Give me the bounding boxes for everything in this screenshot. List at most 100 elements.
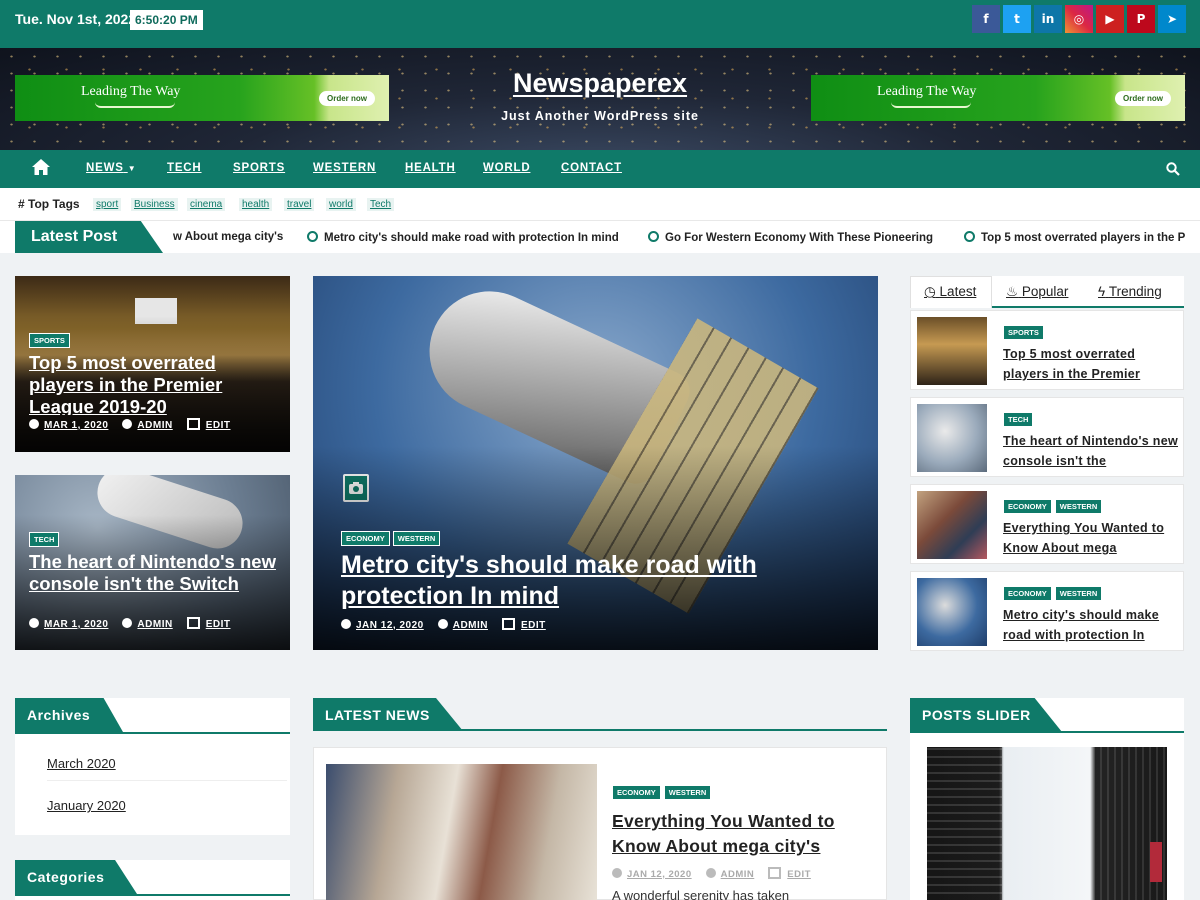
twitter-icon[interactable]: t <box>1003 5 1031 33</box>
home-icon[interactable] <box>32 159 50 175</box>
edit-link[interactable]: EDIT <box>206 619 231 630</box>
author-link[interactable]: ADMIN <box>137 619 172 630</box>
nav-item-health[interactable]: HEALTH <box>405 162 456 174</box>
date-text[interactable]: MAR 1, 2020 <box>44 420 108 431</box>
post-categories: ECONOMY WESTERN <box>341 528 850 546</box>
post-title[interactable]: Top 5 most overrated players in the Prem… <box>29 352 276 415</box>
nav-item-contact[interactable]: CONTACT <box>561 162 622 174</box>
author-link[interactable]: ADMIN <box>453 620 488 631</box>
archive-link[interactable]: March 2020 <box>47 756 116 771</box>
featured-post-card[interactable]: SPORTS Top 5 most overrated players in t… <box>15 276 290 452</box>
author-link[interactable]: ADMIN <box>137 420 172 431</box>
tag-link[interactable]: travel <box>284 198 315 211</box>
date-text[interactable]: MAR 1, 2020 <box>44 619 108 630</box>
facebook-icon[interactable]: f <box>972 5 1000 33</box>
user-icon <box>122 418 133 429</box>
date-text[interactable]: JAN 12, 2020 <box>627 869 692 880</box>
circle-arrow-icon <box>964 231 975 242</box>
tag-link[interactable]: health <box>239 198 273 211</box>
archive-link[interactable]: January 2020 <box>47 798 126 813</box>
post-image[interactable] <box>326 764 597 900</box>
tag-link[interactable]: Tech <box>367 198 395 211</box>
post-title[interactable]: Metro city's should make road with prote… <box>341 550 850 612</box>
edit-link[interactable]: EDIT <box>206 420 231 431</box>
nav-item-news[interactable]: NEWS ▼ <box>86 162 136 174</box>
clock-icon: ◷ <box>924 284 936 299</box>
ticker-item[interactable]: w About mega city's <box>173 231 283 243</box>
ad-swoosh <box>891 102 971 108</box>
post-thumbnail[interactable] <box>917 578 987 646</box>
telegram-icon[interactable]: ➤ <box>1158 5 1186 33</box>
nav-item-western[interactable]: WESTERN <box>313 162 376 174</box>
nav-item-sports[interactable]: SPORTS <box>233 162 285 174</box>
category-badge[interactable]: ECONOMY <box>1003 586 1052 601</box>
author-link[interactable]: ADMIN <box>721 869 755 880</box>
tab-post-item[interactable]: TECH The heart of Nintendo's new console… <box>910 397 1184 477</box>
archives-title: Archives <box>15 698 123 732</box>
post-thumbnail[interactable] <box>917 404 987 472</box>
post-date: JAN 12, 2020 <box>612 867 692 880</box>
post-title[interactable]: Everything You Wanted to Know About mega <box>1003 518 1178 558</box>
category-badge[interactable]: TECH <box>29 532 60 547</box>
post-thumbnail[interactable] <box>917 317 987 385</box>
post-thumbnail[interactable] <box>917 491 987 559</box>
category-badge[interactable]: WESTERN <box>1054 586 1103 601</box>
red-sign <box>1150 842 1162 882</box>
category-badge[interactable]: TECH <box>1003 412 1034 427</box>
date-text[interactable]: JAN 12, 2020 <box>356 620 424 631</box>
category-badge[interactable]: WESTERN <box>663 785 712 800</box>
category-badge[interactable]: SPORTS <box>1003 325 1044 340</box>
category-badge[interactable]: ECONOMY <box>341 531 390 546</box>
banner-ad-right[interactable]: Leading The Way Order now <box>811 75 1185 121</box>
search-icon[interactable] <box>1166 162 1180 176</box>
tab-popular[interactable]: ♨ Popular <box>1006 284 1068 300</box>
ticker-item[interactable]: Go For Western Economy With These Pionee… <box>648 231 933 244</box>
ticker-item-text: Go For Western Economy With These Pionee… <box>665 232 934 244</box>
post-categories: TECH <box>1003 409 1178 427</box>
post-edit: EDIT <box>768 867 811 880</box>
edit-link[interactable]: EDIT <box>787 869 811 880</box>
tab-post-item[interactable]: ECONOMY WESTERN Metro city's should make … <box>910 571 1184 651</box>
post-title[interactable]: The heart of Nintendo's new console isn'… <box>1003 431 1178 471</box>
tag-link[interactable]: Business <box>131 198 178 211</box>
category-badge[interactable]: ECONOMY <box>612 785 661 800</box>
nav-item-world[interactable]: WORLD <box>483 162 530 174</box>
tag-link[interactable]: sport <box>93 198 122 211</box>
post-title[interactable]: The heart of Nintendo's new console isn'… <box>29 551 276 614</box>
slider-image[interactable] <box>927 747 1167 900</box>
tab-post-item[interactable]: ECONOMY WESTERN Everything You Wanted to … <box>910 484 1184 564</box>
featured-post-card[interactable]: TECH The heart of Nintendo's new console… <box>15 475 290 650</box>
linkedin-icon[interactable]: in <box>1034 5 1062 33</box>
widget-underline <box>15 894 290 896</box>
ad-order-button[interactable]: Order now <box>1114 91 1171 106</box>
clock-icon <box>341 618 351 629</box>
pinterest-icon[interactable]: P <box>1127 5 1155 33</box>
top-tags-label: # Top Tags <box>18 197 80 211</box>
nav-item-tech[interactable]: TECH <box>167 162 202 174</box>
ticker-item[interactable]: Top 5 most overrated players in the P <box>964 231 1185 244</box>
fire-icon: ♨ <box>1006 284 1019 299</box>
edit-link[interactable]: EDIT <box>521 620 546 631</box>
youtube-icon[interactable]: ▶ <box>1096 5 1124 33</box>
ticker-item[interactable]: Metro city's should make road with prote… <box>307 231 619 244</box>
tab-trending[interactable]: ϟ Trending <box>1098 284 1162 299</box>
post-title[interactable]: Everything You Wanted to Know About mega… <box>612 809 872 859</box>
latest-news-post[interactable]: ECONOMY WESTERN Everything You Wanted to … <box>313 747 887 900</box>
post-author: ADMIN <box>437 618 488 631</box>
tab-latest[interactable]: ◷ Latest <box>924 284 976 300</box>
post-categories: TECH <box>29 529 276 547</box>
category-badge[interactable]: WESTERN <box>392 531 441 546</box>
post-title[interactable]: Top 5 most overrated players in the Prem… <box>1003 344 1178 384</box>
post-title[interactable]: Metro city's should make road with prote… <box>1003 605 1178 645</box>
post-text: TECH The heart of Nintendo's new console… <box>1003 404 1178 471</box>
tab-post-item[interactable]: SPORTS Top 5 most overrated players in t… <box>910 310 1184 390</box>
category-badge[interactable]: SPORTS <box>29 333 70 348</box>
category-badge[interactable]: ECONOMY <box>1003 499 1052 514</box>
tag-link[interactable]: world <box>326 198 356 211</box>
tag-link[interactable]: cinema <box>187 198 226 211</box>
featured-main-post[interactable]: ECONOMY WESTERN Metro city's should make … <box>313 276 878 650</box>
post-meta: JAN 12, 2020 ADMIN EDIT <box>612 867 872 880</box>
instagram-icon[interactable]: ◎ <box>1065 5 1093 33</box>
clock-icon <box>612 867 622 878</box>
category-badge[interactable]: WESTERN <box>1054 499 1103 514</box>
